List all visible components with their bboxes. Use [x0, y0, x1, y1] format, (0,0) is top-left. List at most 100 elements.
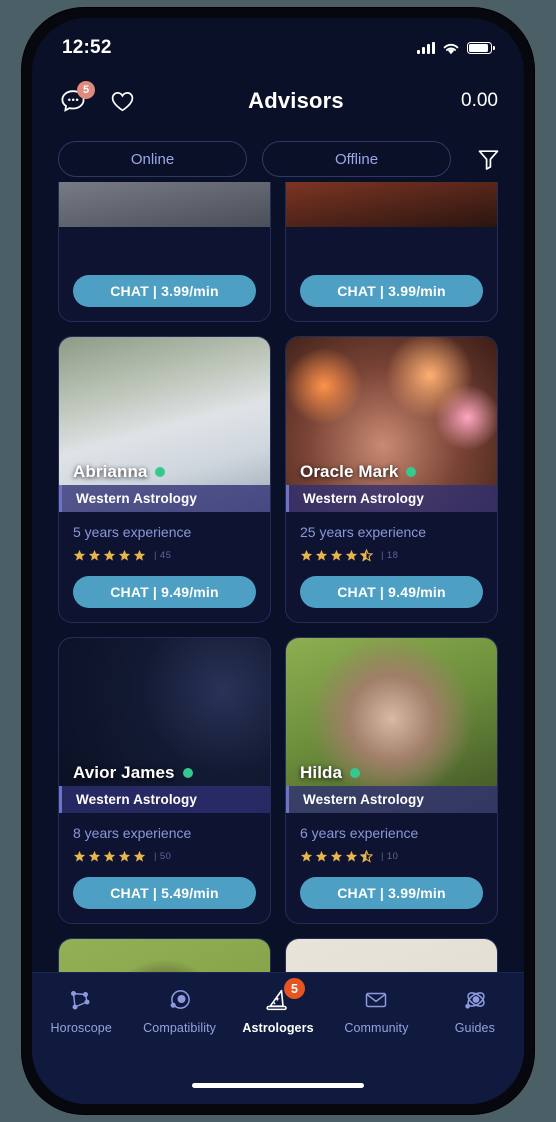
star-icon	[300, 549, 313, 561]
advisor-card[interactable]	[58, 938, 271, 972]
chat-button[interactable]: CHAT | 3.99/min	[300, 877, 483, 909]
filter-button[interactable]	[468, 141, 508, 177]
online-status-dot	[406, 467, 417, 477]
advisor-photo-art	[286, 939, 497, 972]
star-icon	[133, 549, 146, 561]
account-balance[interactable]: 0.00	[461, 90, 498, 112]
advisor-card[interactable]: CHAT | 3.99/min	[58, 182, 271, 322]
advisor-card[interactable]: Oracle Mark Western Astrology 25 years exp…	[285, 336, 498, 623]
constellation-icon	[71, 991, 90, 1010]
status-time: 12:52	[62, 37, 112, 58]
star-icon	[345, 549, 358, 561]
messages-button[interactable]: 5	[58, 81, 95, 116]
advisor-card-footer: CHAT | 3.99/min	[59, 261, 270, 321]
advisor-rating: | 10	[300, 849, 483, 863]
chat-button[interactable]: CHAT | 9.49/min	[73, 576, 256, 608]
status-indicators	[417, 36, 495, 55]
advisor-specialty: Western Astrology	[76, 491, 197, 506]
nav-item-astrologers[interactable]: 5 Astrologers	[229, 978, 327, 1035]
status-bar: 12:52	[32, 18, 524, 72]
star-icon	[73, 549, 86, 561]
advisor-photo	[286, 182, 497, 227]
nav-label-guides: Guides	[454, 1021, 495, 1035]
nav-icon-wrap-community	[361, 987, 391, 1015]
advisor-card[interactable]	[285, 938, 498, 972]
online-status-dot	[350, 768, 361, 778]
advisor-photo-art	[59, 182, 270, 227]
advisor-photo: Avior James Western Astrology	[59, 638, 270, 813]
advisor-card-body	[59, 227, 270, 261]
star-rating	[300, 548, 373, 562]
nav-item-guides[interactable]: Guides	[426, 987, 524, 1035]
advisor-card-footer: CHAT | 9.49/min	[59, 562, 270, 622]
favorites-button[interactable]	[107, 86, 137, 116]
tab-online[interactable]: Online	[58, 141, 247, 177]
star-icon	[118, 549, 131, 561]
tab-offline[interactable]: Offline	[262, 141, 451, 177]
phone-bezel: 12:52 5 Advisors 0.00 Online Offline CHA…	[22, 8, 534, 1114]
filter-row: Online Offline	[32, 136, 524, 182]
envelope-icon	[366, 992, 387, 1008]
advisor-experience: 25 years experience	[300, 524, 427, 540]
advisor-experience: 5 years experience	[73, 524, 192, 540]
advisor-card-body: 6 years experience | 10	[286, 813, 497, 863]
screenshot-stage: 12:52 5 Advisors 0.00 Online Offline CHA…	[0, 0, 556, 1122]
review-count: | 50	[154, 850, 172, 862]
nav-icon-wrap-astrologers: 5	[263, 978, 306, 1015]
wifi-icon	[443, 43, 459, 54]
atom-orbit-icon	[465, 992, 485, 1009]
advisor-photo-art	[59, 939, 270, 972]
online-status-dot	[182, 768, 193, 778]
advisor-card-body: 8 years experience | 50	[59, 813, 270, 863]
advisor-specialty-bar: Western Astrology	[59, 485, 270, 512]
nav-item-horoscope[interactable]: Horoscope	[32, 987, 130, 1035]
chat-button[interactable]: CHAT | 3.99/min	[73, 275, 256, 307]
advisor-name: Avior James	[73, 763, 175, 782]
advisor-specialty: Western Astrology	[303, 792, 424, 807]
nav-item-community[interactable]: Community	[327, 987, 425, 1035]
advisor-specialty-bar: Western Astrology	[59, 786, 270, 813]
advisor-card-body	[286, 227, 497, 261]
star-half-icon	[360, 548, 373, 562]
star-icon	[88, 549, 101, 561]
star-icon	[330, 850, 343, 862]
heart-icon	[111, 91, 133, 111]
advisor-grid-viewport[interactable]: CHAT | 3.99/min CHAT | 3.99/min Abrianna We…	[32, 182, 524, 972]
advisor-rating: | 50	[73, 849, 256, 863]
advisor-name-row: Oracle Mark	[300, 462, 417, 482]
star-icon	[73, 850, 86, 862]
star-icon	[330, 549, 343, 561]
review-count: | 45	[154, 549, 172, 561]
advisor-card[interactable]: Avior James Western Astrology 8 years expe…	[58, 637, 271, 924]
advisor-card[interactable]: CHAT | 3.99/min	[285, 182, 498, 322]
chat-button[interactable]: CHAT | 5.49/min	[73, 877, 256, 909]
advisor-photo: Oracle Mark Western Astrology	[286, 337, 497, 512]
star-icon	[88, 850, 101, 862]
phone-screen: 12:52 5 Advisors 0.00 Online Offline CHA…	[32, 18, 524, 1104]
advisor-name: Oracle Mark	[300, 462, 399, 481]
home-indicator	[192, 1083, 364, 1088]
funnel-icon	[478, 149, 498, 170]
star-rating	[300, 849, 373, 863]
messages-badge: 5	[77, 81, 95, 99]
star-icon	[345, 850, 358, 862]
advisor-specialty-bar: Western Astrology	[286, 786, 497, 813]
advisor-rating	[73, 247, 256, 261]
cellular-signal-icon	[417, 42, 435, 54]
star-icon	[118, 850, 131, 862]
advisor-card[interactable]: Hilda Western Astrology 6 years experience…	[285, 637, 498, 924]
advisor-name: Abrianna	[73, 462, 148, 481]
battery-icon	[467, 42, 495, 54]
advisor-photo	[59, 182, 270, 227]
advisor-card[interactable]: Abrianna Western Astrology 5 years experie…	[58, 336, 271, 623]
advisor-photo-art	[286, 182, 497, 227]
star-icon	[300, 850, 313, 862]
advisor-name-row: Avior James	[73, 763, 193, 783]
app-header: 5 Advisors 0.00	[32, 72, 524, 130]
nav-item-compatibility[interactable]: Compatibility	[130, 987, 228, 1035]
chat-button[interactable]: CHAT | 9.49/min	[300, 576, 483, 608]
chat-button[interactable]: CHAT | 3.99/min	[300, 275, 483, 307]
nav-label-compatibility: Compatibility	[143, 1021, 217, 1035]
advisor-photo	[59, 939, 270, 972]
advisor-experience: 8 years experience	[73, 825, 192, 841]
